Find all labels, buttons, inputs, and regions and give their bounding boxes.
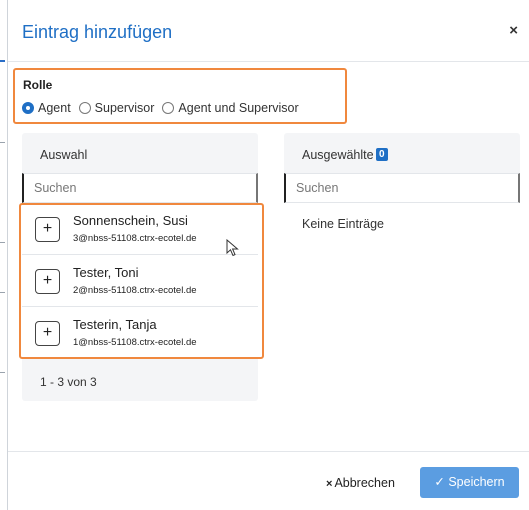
role-section: Rolle Agent Supervisor Agent und Supervi…	[13, 68, 347, 124]
add-item-button[interactable]: +	[35, 321, 60, 346]
role-radio-group: Agent Supervisor Agent und Supervisor	[22, 101, 307, 115]
selected-panel-header: Ausgewählte 0	[284, 133, 520, 173]
background-tick	[0, 142, 5, 143]
selected-count-badge: 0	[376, 148, 388, 161]
background-tick	[0, 242, 5, 243]
radio-supervisor[interactable]: Supervisor	[78, 101, 155, 115]
cancel-label: Abbrechen	[334, 476, 395, 490]
selected-search-input[interactable]	[284, 173, 520, 203]
radio-checked-icon[interactable]	[22, 102, 34, 114]
background-tick	[0, 372, 5, 373]
dialog-header: Eintrag hinzufügen ×	[8, 0, 529, 62]
dialog-footer: × Abbrechen ✓ Speichern	[8, 451, 529, 510]
background-tick	[0, 292, 5, 293]
item-name: Testerin, Tanja	[73, 317, 157, 332]
radio-unchecked-icon[interactable]	[162, 102, 175, 114]
list-item: + Sonnenschein, Susi 3@nbss-51108.ctrx-e…	[22, 203, 258, 255]
selection-panel-title: Auswahl	[40, 148, 88, 162]
save-button[interactable]: ✓ Speichern	[420, 467, 519, 498]
empty-label: Keine Einträge	[302, 217, 385, 231]
radio-label: Supervisor	[94, 101, 155, 115]
add-item-button[interactable]: +	[35, 269, 60, 294]
background-tick	[0, 60, 5, 62]
add-entry-dialog: Eintrag hinzufügen × Rolle Agent Supervi…	[7, 0, 529, 510]
empty-state: Keine Einträge	[284, 203, 520, 245]
radio-label: Agent	[38, 101, 71, 115]
cancel-button[interactable]: × Abbrechen	[326, 476, 395, 490]
background-page-edge	[0, 0, 7, 510]
selection-panel-header: Auswahl	[22, 133, 258, 173]
close-icon: ×	[326, 478, 333, 490]
dialog-title: Eintrag hinzufügen	[22, 22, 173, 42]
radio-agent[interactable]: Agent	[22, 101, 71, 115]
item-email: 2@nbss-51108.ctrx-ecotel.de	[73, 285, 197, 296]
list-item: + Tester, Toni 2@nbss-51108.ctrx-ecotel.…	[22, 255, 258, 307]
selection-search-input[interactable]	[22, 173, 258, 203]
item-email: 1@nbss-51108.ctrx-ecotel.de	[73, 337, 197, 348]
role-title: Rolle	[23, 78, 53, 92]
item-email: 3@nbss-51108.ctrx-ecotel.de	[73, 233, 197, 244]
add-item-button[interactable]: +	[35, 217, 60, 242]
radio-label: Agent und Supervisor	[178, 101, 299, 115]
check-icon: ✓	[434, 475, 445, 489]
pagination-count: 1 - 3 von 3	[40, 375, 97, 389]
close-icon[interactable]: ×	[509, 22, 518, 39]
radio-unchecked-icon[interactable]	[78, 102, 91, 114]
item-name: Tester, Toni	[73, 265, 139, 280]
radio-agent-und-supervisor[interactable]: Agent und Supervisor	[162, 101, 299, 115]
selection-list: + Sonnenschein, Susi 3@nbss-51108.ctrx-e…	[22, 203, 258, 359]
item-name: Sonnenschein, Susi	[73, 213, 188, 228]
selected-panel: Ausgewählte 0 Keine Einträge	[284, 133, 520, 245]
list-item: + Testerin, Tanja 1@nbss-51108.ctrx-ecot…	[22, 307, 258, 359]
selected-panel-title: Ausgewählte	[302, 148, 374, 162]
mouse-cursor-icon	[226, 239, 239, 257]
selection-panel: Auswahl + Sonnenschein, Susi 3@nbss-5110…	[22, 133, 258, 401]
save-label: Speichern	[448, 475, 505, 489]
